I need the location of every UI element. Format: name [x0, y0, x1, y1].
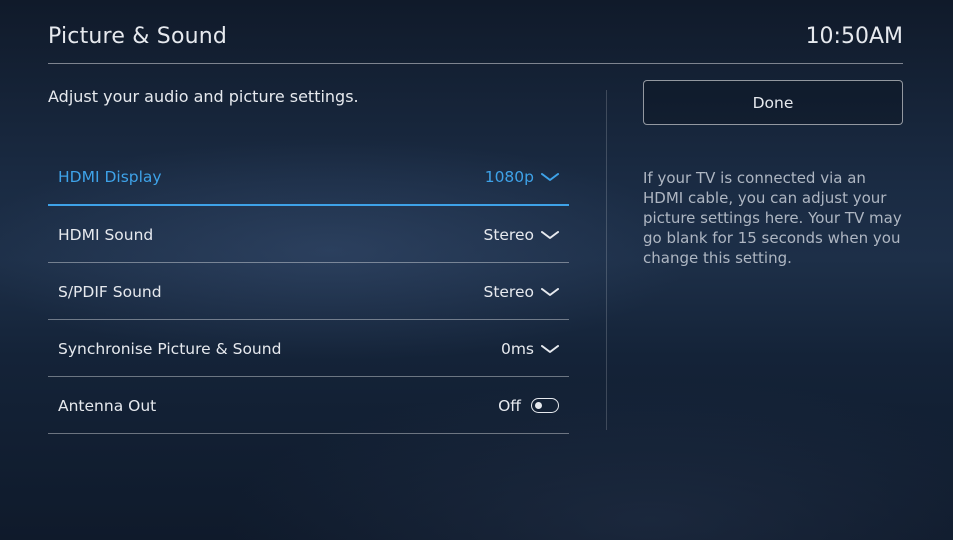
toggle-switch-icon[interactable] [531, 398, 559, 413]
setting-row-hdmi-display[interactable]: HDMI Display 1080p [48, 150, 569, 206]
done-button[interactable]: Done [643, 80, 903, 125]
setting-dropdown[interactable]: 1080p [485, 168, 559, 186]
setting-dropdown[interactable]: 0ms [501, 340, 559, 358]
setting-row-sync-picture-sound[interactable]: Synchronise Picture & Sound 0ms [48, 321, 569, 377]
setting-value: 0ms [500, 339, 534, 358]
help-text: If your TV is connected via an HDMI cabl… [643, 169, 902, 267]
setting-row-spdif-sound[interactable]: S/PDIF Sound Stereo [48, 264, 569, 320]
setting-label: Antenna Out [58, 396, 157, 415]
chevron-down-icon [541, 344, 559, 353]
page-subtitle: Adjust your audio and picture settings. [48, 87, 359, 106]
chevron-down-icon [541, 173, 559, 181]
vertical-divider [606, 90, 607, 430]
page-title: Picture & Sound [48, 24, 228, 49]
clock: 10:50AM [805, 24, 903, 49]
setting-value: 1080p [484, 168, 534, 186]
setting-row-hdmi-sound[interactable]: HDMI Sound Stereo [48, 207, 569, 263]
setting-row-antenna-out[interactable]: Antenna Out Off [48, 378, 569, 434]
setting-label: HDMI Sound [58, 225, 154, 244]
header: Picture & Sound 10:50AM [48, 0, 903, 64]
chevron-down-icon [541, 230, 559, 239]
setting-toggle[interactable]: Off [498, 397, 559, 415]
chevron-down-icon [541, 287, 559, 296]
setting-value: Off [498, 396, 521, 415]
setting-label: S/PDIF Sound [58, 282, 162, 301]
setting-label: Synchronise Picture & Sound [58, 339, 282, 358]
setting-value: Stereo [483, 225, 534, 244]
settings-list: HDMI Display 1080p HDMI Sound Stereo S/P… [48, 150, 569, 435]
setting-dropdown[interactable]: Stereo [483, 226, 559, 244]
toggle-knob [535, 401, 542, 409]
setting-label: HDMI Display [58, 168, 162, 186]
setting-dropdown[interactable]: Stereo [483, 283, 559, 301]
setting-value: Stereo [483, 282, 534, 301]
